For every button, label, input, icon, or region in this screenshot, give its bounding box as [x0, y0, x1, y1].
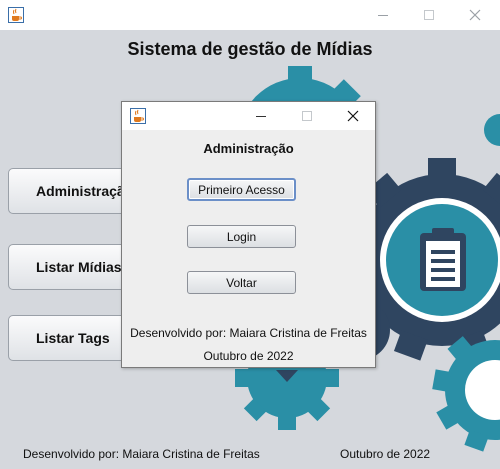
login-button[interactable]: Login: [187, 225, 296, 248]
close-icon: [469, 9, 481, 21]
main-window-titlebar[interactable]: [0, 0, 500, 30]
minimize-button[interactable]: [360, 0, 406, 30]
dialog-titlebar[interactable]: [122, 102, 375, 130]
dialog-close-button[interactable]: [331, 102, 375, 130]
java-cup-icon: [8, 7, 24, 23]
administracao-dialog: Administração Primeiro Acesso Login Volt…: [121, 101, 376, 368]
maximize-icon: [302, 111, 312, 121]
dialog-developer: Desenvolvido por: Maiara Cristina de Fre…: [130, 326, 367, 340]
footer-date: Outubro de 2022: [340, 447, 431, 461]
close-icon: [347, 110, 359, 122]
dialog-date: Outubro de 2022: [203, 349, 294, 363]
java-cup-icon: [130, 108, 146, 124]
close-button[interactable]: [452, 0, 498, 30]
minimize-icon: [378, 15, 388, 16]
dialog-title: Administração: [203, 141, 294, 156]
voltar-button[interactable]: Voltar: [187, 271, 296, 294]
minimize-icon: [256, 116, 266, 117]
maximize-icon: [424, 10, 434, 20]
dialog-maximize-button[interactable]: [285, 102, 329, 130]
maximize-button[interactable]: [406, 0, 452, 30]
administracao-button-label: Administração: [36, 183, 134, 199]
clipboard-icon: [420, 228, 466, 291]
footer-developer: Desenvolvido por: Maiara Cristina de Fre…: [23, 447, 260, 461]
listar-tags-button-label: Listar Tags: [36, 330, 110, 346]
dialog-minimize-button[interactable]: [239, 102, 283, 130]
page-title: Sistema de gestão de Mídias: [127, 39, 373, 59]
listar-midias-button-label: Listar Mídias: [36, 259, 122, 275]
primeiro-acesso-button[interactable]: Primeiro Acesso: [187, 178, 296, 201]
dialog-body: Administração Primeiro Acesso Login Volt…: [122, 130, 375, 367]
